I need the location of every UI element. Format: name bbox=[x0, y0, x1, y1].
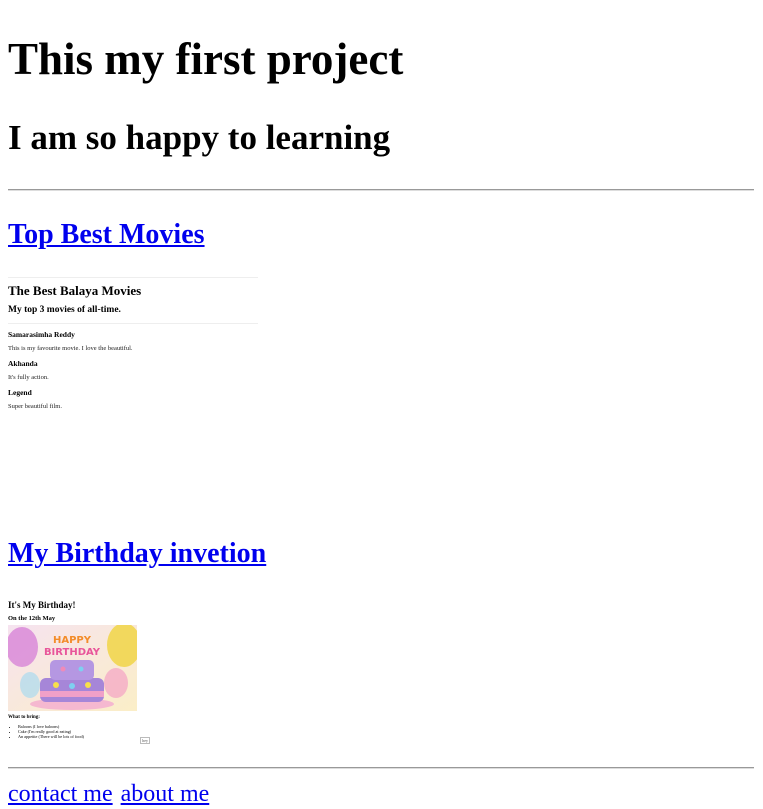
birthday-invitation-link[interactable]: My Birthday invetion bbox=[8, 537, 266, 571]
contact-me-link[interactable]: contact me bbox=[8, 781, 113, 807]
movie-description: Super beautiful film. bbox=[8, 403, 62, 410]
birthday-embed: It's My Birthday! On the 12th May HAPPY … bbox=[8, 598, 150, 748]
divider-top bbox=[8, 189, 754, 191]
movies-embed-divider-top bbox=[8, 277, 258, 278]
divider-bottom bbox=[8, 767, 754, 769]
footer-links: contact me about me bbox=[8, 779, 211, 809]
birthday-cake-image: HAPPY BIRTHDAY bbox=[8, 625, 137, 711]
movies-embed: The Best Balaya Movies My top 3 movies o… bbox=[8, 277, 260, 497]
movie-description: This is my favourite movie. I love the b… bbox=[8, 345, 133, 352]
movie-description: It's fully action. bbox=[8, 374, 49, 381]
movies-embed-title: The Best Balaya Movies bbox=[8, 283, 142, 298]
top-best-movies-link[interactable]: Top Best Movies bbox=[8, 218, 205, 252]
embed-small-button[interactable]: hey bbox=[140, 737, 150, 744]
movie-title: Akhanda bbox=[8, 359, 38, 368]
birthday-title: It's My Birthday! bbox=[8, 600, 76, 610]
movies-embed-subtitle: My top 3 movies of all-time. bbox=[8, 305, 121, 315]
cake-topper-text: HAPPY bbox=[53, 635, 92, 646]
bring-heading: What to bring: bbox=[8, 715, 40, 720]
list-item: An appetite (There will be lots of food) bbox=[18, 734, 150, 739]
birthday-date: On the 12th May bbox=[8, 615, 56, 622]
movie-title: Legend bbox=[8, 388, 32, 397]
svg-text:BIRTHDAY: BIRTHDAY bbox=[44, 647, 101, 658]
movies-embed-divider bbox=[8, 323, 258, 324]
bring-list: Baloons (I love baloons) Cake (I'm reall… bbox=[8, 724, 150, 739]
movie-title: Samarasimha Reddy bbox=[8, 330, 75, 339]
page-title: This my first project bbox=[8, 34, 404, 84]
page-subtitle: I am so happy to learning bbox=[8, 118, 391, 157]
about-me-link[interactable]: about me bbox=[121, 781, 210, 807]
